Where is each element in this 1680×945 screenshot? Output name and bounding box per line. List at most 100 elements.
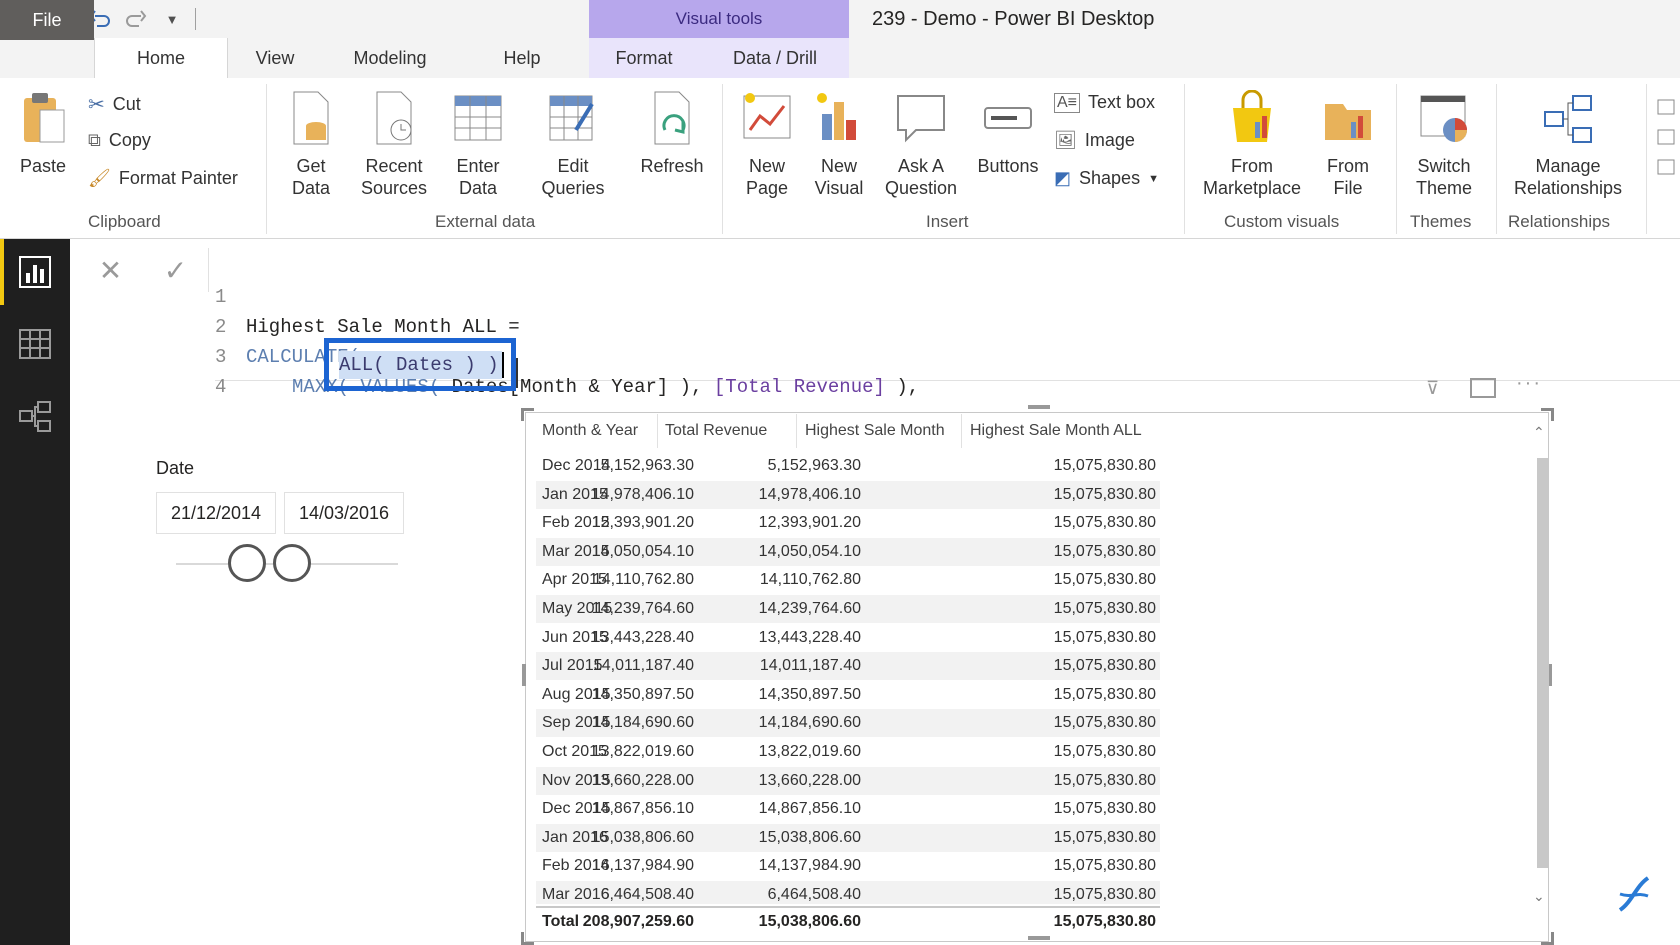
from-marketplace-button[interactable]: From Marketplace (1192, 89, 1312, 199)
total-highest-sale-all-value: 15,075,830.80 (1053, 913, 1156, 930)
relationships-icon (1544, 95, 1592, 143)
start-slider-handle[interactable] (228, 544, 266, 582)
tab-modeling[interactable]: Modeling (340, 38, 440, 78)
closing-token: ), (884, 376, 920, 398)
copy-icon: ⧉ (88, 130, 101, 150)
text-box-label: Text box (1088, 92, 1156, 112)
table-row[interactable]: Feb 2016 14,137,984.90 14,137,984.90 15,075… (536, 852, 1160, 880)
cell-highest-sale: 14,867,856.10 (758, 800, 861, 818)
formula-actions: ✕ ✓ (78, 248, 209, 292)
tab-view[interactable]: View (240, 38, 310, 78)
customize-qat-icon[interactable]: ▼ (159, 6, 185, 32)
refresh-label: Refresh (640, 156, 704, 176)
report-view-button[interactable] (0, 239, 70, 305)
table-row[interactable]: Aug 2015 14,350,897.50 14,350,897.50 15,075… (536, 681, 1160, 709)
paste-button[interactable]: Paste (12, 90, 74, 177)
resize-handle[interactable] (1541, 932, 1554, 945)
cell-total-revenue: 6,464,508.40 (600, 886, 694, 903)
new-page-button[interactable]: New Page (732, 90, 802, 199)
commit-formula-icon[interactable]: ✓ (164, 254, 187, 287)
code-line-3: 3 MAXX( VALUES( Dates[Month & Year] ), [… (215, 312, 919, 398)
cell-total-revenue: 14,137,984.90 (591, 857, 694, 875)
end-date-input[interactable]: 14/03/2016 (284, 492, 404, 534)
scroll-up-icon[interactable]: ⌃ (1533, 424, 1545, 441)
tab-data-drill[interactable]: Data / Drill (718, 38, 832, 78)
model-view-button[interactable] (0, 383, 70, 449)
table-row[interactable]: Apr 2015 14,110,762.80 14,110,762.80 15,075… (536, 566, 1160, 594)
ask-question-button[interactable]: Ask A Question (876, 90, 966, 199)
resize-handle[interactable] (1541, 408, 1554, 421)
qat-divider-end (195, 8, 196, 30)
recent-sources-label: Recent Sources (360, 156, 428, 198)
table-row[interactable]: Jul 2015 14,011,187.40 14,011,187.40 15,075… (536, 652, 1160, 681)
cell-highest-sale-all: 15,075,830.80 (1053, 886, 1156, 903)
table-row[interactable]: Sep 2015 14,184,690.60 14,184,690.60 15,075… (536, 709, 1160, 738)
table-row[interactable]: Jan 2015 14,978,406.10 14,978,406.10 15,075… (536, 480, 1160, 509)
format-painter-button[interactable]: 🖌 Format Painter (88, 168, 238, 189)
table-row[interactable]: Oct 2015 13,822,019.60 13,822,019.60 15,075… (536, 738, 1160, 766)
tab-help[interactable]: Help (490, 38, 554, 78)
table-row[interactable]: Dec 2015 14,867,856.10 14,867,856.10 15,075… (536, 795, 1160, 823)
table-row[interactable]: Feb 2015 12,393,901.20 12,393,901.20 15,075… (536, 509, 1160, 537)
table-row[interactable]: Nov 2015 13,660,228.00 13,660,228.00 15,075… (536, 766, 1160, 795)
end-slider-handle[interactable] (273, 544, 311, 582)
table-row[interactable]: Jan 2016 15,038,806.60 15,038,806.60 15,075… (536, 823, 1160, 852)
table-row[interactable]: Dec 2014 5,152,963.30 5,152,963.30 15,075,8… (536, 452, 1160, 480)
recent-sources-icon (376, 91, 412, 145)
refresh-button[interactable]: Refresh (632, 90, 712, 177)
more-options-icon[interactable]: ··· (1516, 372, 1542, 395)
buttons-button[interactable]: Buttons (970, 90, 1046, 177)
tab-home[interactable]: Home (94, 38, 228, 79)
table-row[interactable]: Mar 2015 14,050,054.10 14,050,054.10 15,075… (536, 537, 1160, 566)
table-row[interactable]: Jun 2015 13,443,228.40 13,443,228.40 15,075… (536, 624, 1160, 652)
table-row[interactable]: May 2015 14,239,764.60 14,239,764.60 15,075… (536, 595, 1160, 623)
cut-button[interactable]: ✂ Cut (88, 92, 141, 117)
folder-chart-icon (1325, 104, 1371, 140)
resize-handle[interactable] (1028, 405, 1050, 409)
cancel-formula-icon[interactable]: ✕ (99, 254, 122, 287)
get-data-button[interactable]: Get Data (278, 90, 344, 199)
cell-highest-sale: 13,822,019.60 (758, 743, 861, 760)
scrollbar-thumb[interactable] (1537, 458, 1549, 868)
enter-data-button[interactable]: Enter Data (446, 90, 510, 199)
all-dates-filter-text: ALL( Dates ) ) (339, 354, 499, 376)
shapes-button[interactable]: ◩ Shapes ▼ (1054, 168, 1159, 189)
manage-relationships-label: Manage Relationships (1513, 156, 1623, 198)
redo-icon[interactable] (123, 6, 149, 32)
data-view-button[interactable] (0, 311, 70, 377)
resize-handle[interactable] (522, 664, 526, 686)
buttons-icon (984, 107, 1032, 129)
cell-highest-sale-all: 15,075,830.80 (1053, 514, 1156, 532)
new-visual-button[interactable]: New Visual (808, 90, 870, 199)
paste-icon (24, 93, 65, 143)
measure-token: [Total Revenue] (713, 376, 885, 398)
cell-highest-sale-all: 15,075,830.80 (1053, 743, 1156, 760)
cell-total-revenue: 15,038,806.60 (591, 828, 694, 846)
cell-total-revenue: 14,011,187.40 (592, 657, 694, 675)
filter-icon[interactable]: ⊽ (1426, 378, 1439, 399)
tab-file[interactable]: File (0, 0, 94, 40)
total-revenue-value: 208,907,259.60 (582, 913, 694, 930)
scroll-down-icon[interactable]: ⌄ (1533, 888, 1545, 905)
view-switcher (0, 239, 70, 945)
ribbon-overflow-icon[interactable] (1656, 92, 1676, 192)
switch-theme-button[interactable]: Switch Theme (1404, 90, 1484, 199)
text-box-button[interactable]: A≡ Text box (1054, 92, 1155, 113)
cell-highest-sale-all: 15,075,830.80 (1053, 828, 1156, 846)
image-button[interactable]: 🖼 Image (1054, 130, 1135, 151)
cut-label: Cut (112, 94, 141, 114)
manage-relationships-button[interactable]: Manage Relationships (1506, 90, 1630, 199)
tab-format[interactable]: Format (604, 38, 684, 78)
chevron-down-icon: ▼ (1148, 172, 1159, 185)
resize-handle[interactable] (521, 932, 534, 945)
edit-queries-button[interactable]: Edit Queries (526, 90, 620, 199)
from-file-button[interactable]: From File (1316, 90, 1380, 199)
resize-handle[interactable] (521, 408, 534, 421)
table-row[interactable]: Mar 2016 6,464,508.40 6,464,508.40 15,075,8… (536, 881, 1160, 904)
from-marketplace-label: From Marketplace (1202, 156, 1302, 198)
new-visual-label: New Visual (814, 156, 864, 198)
copy-button[interactable]: ⧉ Copy (88, 130, 151, 151)
start-date-input[interactable]: 21/12/2014 (156, 492, 276, 534)
focus-mode-icon[interactable] (1470, 378, 1496, 398)
recent-sources-button[interactable]: Recent Sources (348, 90, 440, 199)
